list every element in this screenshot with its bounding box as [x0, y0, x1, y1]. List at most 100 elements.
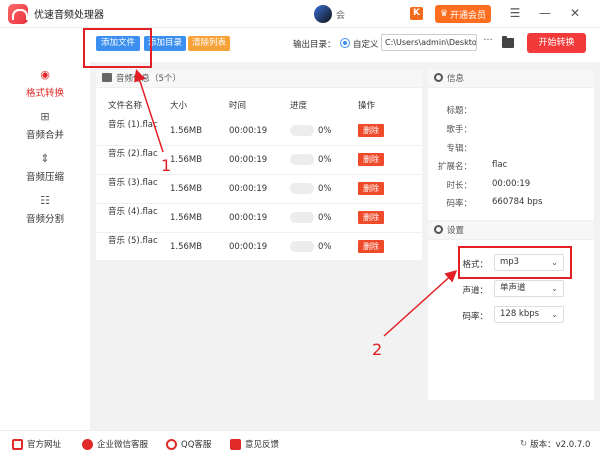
column-header-name: 文件名称 [108, 101, 143, 111]
delete-button[interactable]: 删除 [358, 211, 384, 224]
qq-icon [166, 438, 177, 450]
user-name: 会 [336, 10, 346, 21]
file-size: 1.56MB [170, 126, 203, 136]
progress-percent: 0% [318, 184, 332, 194]
file-size: 1.56MB [170, 242, 203, 252]
merge-icon: ⊞ [40, 110, 50, 123]
delete-button[interactable]: 删除 [358, 240, 384, 253]
table-row[interactable]: 音乐 (1).flac 1.56MB 00:00:19 0% 删除 [96, 117, 422, 146]
progress-bar [290, 154, 314, 165]
settings-gear-icon [434, 225, 443, 234]
close-icon[interactable]: ✕ [566, 4, 584, 22]
vip-button[interactable]: ♛ 开通会员 [435, 5, 491, 23]
info-panel: 信息 标题： 歌手： 专辑： 扩展名： flac 时长： 00:00:19 码率… [428, 70, 594, 220]
table-row[interactable]: 音乐 (2).flac 1.56MB 00:00:19 0% 删除 [96, 146, 422, 175]
sidebar-item-label: 格式转换 [25, 88, 64, 99]
progress-percent: 0% [318, 213, 332, 223]
settings-gear-icon [434, 73, 443, 82]
feedback-icon [230, 438, 241, 450]
start-convert-button[interactable]: 开始转换 [527, 33, 586, 53]
app-logo-icon [8, 3, 28, 24]
clear-list-button[interactable]: 清除列表 [188, 36, 230, 51]
user-avatar[interactable] [314, 5, 332, 23]
vip-k-icon[interactable]: K [410, 7, 423, 20]
user-area[interactable]: 会 [314, 5, 345, 23]
delete-button[interactable]: 删除 [358, 153, 384, 166]
table-row[interactable]: 音乐 (3).flac 1.56MB 00:00:19 0% 删除 [96, 175, 422, 204]
file-duration: 00:00:19 [229, 184, 268, 194]
menu-icon[interactable]: ☰ [506, 4, 524, 22]
file-name: 音乐 (2).flac [108, 149, 158, 159]
sidebar-item-label: 音频合并 [25, 130, 64, 141]
qq-service-link[interactable]: QQ客服 [166, 438, 211, 450]
progress-percent: 0% [318, 126, 332, 136]
file-size: 1.56MB [170, 155, 203, 165]
annotation-number-2: 2 [372, 340, 383, 359]
delete-button[interactable]: 删除 [358, 182, 384, 195]
table-row[interactable]: 音乐 (4).flac 1.56MB 00:00:19 0% 删除 [96, 204, 422, 233]
split-icon: ☷ [40, 194, 50, 207]
wechat-icon [82, 438, 93, 450]
info-extension-value: flac [492, 160, 508, 170]
sidebar-item-audio-merge[interactable]: ⊞ 音频合并 [0, 110, 90, 150]
info-extension-label: 扩展名： [437, 162, 472, 172]
browse-button[interactable]: ··· [480, 35, 496, 50]
file-duration: 00:00:19 [229, 242, 268, 252]
column-header-size: 大小 [170, 101, 188, 111]
bitrate-select[interactable]: 128 kbps ⌄ [494, 306, 564, 323]
custom-dir-radio-label[interactable]: 自定义 [353, 38, 379, 50]
annotation-box-2 [458, 246, 572, 279]
audio-convert-icon: ◉ [40, 68, 50, 81]
open-folder-icon[interactable] [502, 36, 514, 48]
sidebar-item-audio-split[interactable]: ☷ 音频分割 [0, 194, 90, 234]
progress-bar [290, 125, 314, 136]
progress-bar [290, 241, 314, 252]
channel-select[interactable]: 单声道 ⌄ [494, 280, 564, 297]
official-website-link[interactable]: 官方网址 [12, 438, 61, 450]
file-name: 音乐 (5).flac [108, 236, 158, 246]
progress-bar [290, 212, 314, 223]
sidebar-item-format-convert[interactable]: ◉ 格式转换 [0, 68, 90, 108]
info-title-label: 标题： [446, 106, 472, 116]
progress-bar [290, 183, 314, 194]
sidebar-item-label: 音频压缩 [25, 172, 64, 183]
info-album-label: 专辑： [446, 144, 472, 154]
table-row[interactable]: 音乐 (5).flac 1.56MB 00:00:19 0% 删除 [96, 233, 422, 262]
file-duration: 00:00:19 [229, 126, 268, 136]
bitrate-label: 码率： [462, 312, 488, 322]
delete-button[interactable]: 删除 [358, 124, 384, 137]
settings-header: 设置 [428, 222, 594, 240]
output-path-input[interactable]: C:\Users\admin\Deskto [381, 34, 477, 51]
file-name: 音乐 (1).flac [108, 120, 158, 130]
annotation-box-1 [83, 28, 152, 68]
progress-percent: 0% [318, 242, 332, 252]
version-info: ↻ 版本：v2.0.7.0 [520, 439, 591, 450]
info-duration-value: 00:00:19 [492, 179, 531, 189]
compress-icon: ⇕ [40, 152, 50, 165]
feedback-link[interactable]: 意见反馈 [230, 438, 279, 450]
annotation-number-1: 1 [161, 156, 172, 175]
minimize-icon[interactable]: — [536, 4, 554, 22]
file-size: 1.56MB [170, 184, 203, 194]
info-header: 信息 [428, 70, 594, 88]
sidebar-item-label: 音频分割 [25, 214, 64, 225]
file-list-header: 音频信息（5个） [96, 70, 422, 88]
info-bitrate-label: 码率： [446, 199, 472, 209]
column-header-progress: 进度 [290, 101, 308, 111]
app-title: 优速音频处理器 [34, 10, 104, 21]
column-header-time: 时间 [229, 101, 247, 111]
crown-icon: ♛ [439, 9, 449, 19]
file-duration: 00:00:19 [229, 213, 268, 223]
custom-dir-radio[interactable] [340, 38, 350, 48]
sidebar: ◉ 格式转换 ⊞ 音频合并 ⇕ 音频压缩 ☷ 音频分割 [0, 60, 90, 430]
channel-label: 声道： [462, 286, 488, 296]
file-list-panel: 音频信息（5个） 文件名称 大小 时间 进度 操作 音乐 (1).flac 1.… [96, 70, 422, 262]
wechat-service-link[interactable]: 企业微信客服 [82, 438, 148, 450]
info-artist-label: 歌手： [446, 125, 472, 135]
sidebar-item-audio-compress[interactable]: ⇕ 音频压缩 [0, 152, 90, 192]
file-name: 音乐 (3).flac [108, 178, 158, 188]
file-duration: 00:00:19 [229, 155, 268, 165]
vip-button-label: 开通会员 [450, 10, 487, 21]
image-icon [102, 73, 112, 82]
info-duration-label: 时长： [446, 181, 472, 191]
